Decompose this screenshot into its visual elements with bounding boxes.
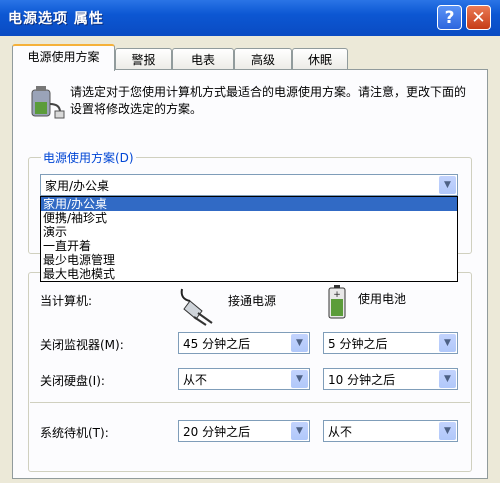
tab-power-schemes[interactable]: 电源使用方案 [12, 44, 115, 71]
computer-label: 当计算机: [40, 294, 93, 308]
list-item[interactable]: 演示 [41, 225, 457, 239]
help-button[interactable]: ? [437, 5, 462, 30]
chevron-down-icon[interactable]: ▼ [439, 334, 456, 352]
monitor-off-ac-select[interactable]: 45 分钟之后 ▼ [178, 332, 310, 354]
plug-icon [178, 285, 222, 327]
tab-hibernate[interactable]: 休眠 [292, 48, 348, 70]
harddisk-off-battery-select[interactable]: 10 分钟之后 ▼ [323, 368, 458, 390]
ac-power-label: 接通电源 [228, 294, 277, 308]
window-title: 电源选项 属性 [8, 11, 104, 27]
power-scheme-value: 家用/办公桌 [45, 179, 110, 193]
chevron-down-icon[interactable]: ▼ [439, 176, 456, 194]
close-button[interactable]: ✕ [466, 5, 491, 30]
standby-ac-value: 20 分钟之后 [183, 425, 251, 439]
harddisk-off-label: 关闭硬盘(I): [40, 374, 105, 388]
standby-battery-select[interactable]: 从不 ▼ [323, 420, 458, 442]
battery-icon: + [328, 285, 346, 319]
tab-alarms[interactable]: 警报 [115, 48, 172, 70]
chevron-down-icon[interactable]: ▼ [291, 370, 308, 388]
title-bar[interactable]: 电源选项 属性 ? ✕ [0, 0, 500, 36]
tab-advanced[interactable]: 高级 [234, 48, 292, 70]
svg-text:+: + [333, 290, 341, 300]
monitor-off-ac-value: 45 分钟之后 [183, 337, 251, 351]
standby-ac-select[interactable]: 20 分钟之后 ▼ [178, 420, 310, 442]
divider [30, 402, 470, 403]
harddisk-off-ac-value: 从不 [183, 373, 208, 387]
description-text: 请选定对于您使用计算机方式最适合的电源使用方案。请注意，更改下面的设置将修改选定… [70, 85, 467, 116]
power-scheme-legend: 电源使用方案(D) [41, 149, 136, 166]
power-scheme-select[interactable]: 家用/办公桌 ▼ [40, 174, 458, 196]
power-scheme-dropdown-list[interactable]: 家用/办公桌 便携/袖珍式 演示 一直开着 最少电源管理 最大电池模式 [40, 196, 458, 282]
standby-battery-value: 从不 [328, 425, 353, 439]
monitor-off-battery-value: 5 分钟之后 [328, 337, 388, 351]
chevron-down-icon[interactable]: ▼ [439, 370, 456, 388]
chevron-down-icon[interactable]: ▼ [291, 422, 308, 440]
harddisk-off-ac-select[interactable]: 从不 ▼ [178, 368, 310, 390]
chevron-down-icon[interactable]: ▼ [291, 334, 308, 352]
power-options-icon [28, 84, 66, 122]
list-item[interactable]: 最大电池模式 [41, 267, 457, 281]
chevron-down-icon[interactable]: ▼ [439, 422, 456, 440]
monitor-off-battery-select[interactable]: 5 分钟之后 ▼ [323, 332, 458, 354]
list-item[interactable]: 便携/袖珍式 [41, 211, 457, 225]
list-item[interactable]: 最少电源管理 [41, 253, 457, 267]
tab-power-meter[interactable]: 电表 [172, 48, 234, 70]
harddisk-off-battery-value: 10 分钟之后 [328, 373, 396, 387]
battery-power-label: 使用电池 [358, 292, 407, 306]
monitor-off-label: 关闭监视器(M): [40, 338, 124, 352]
list-item[interactable]: 一直开着 [41, 239, 457, 253]
standby-label: 系统待机(T): [40, 426, 109, 440]
list-item[interactable]: 家用/办公桌 [41, 197, 457, 211]
